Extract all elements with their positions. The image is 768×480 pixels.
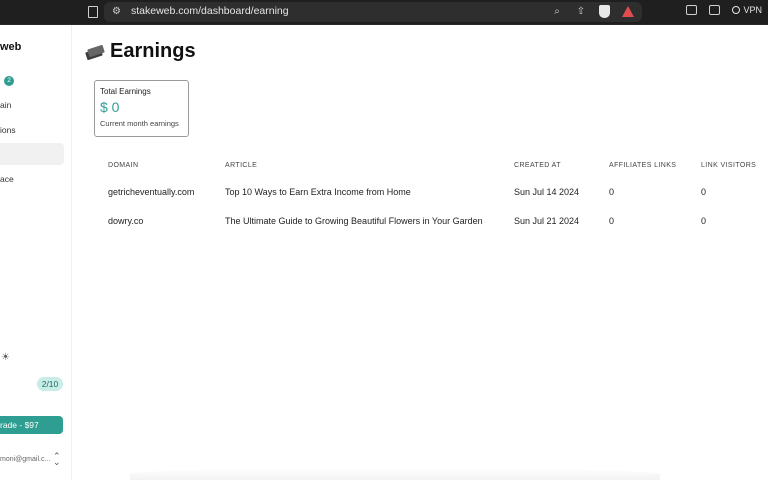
sidebar-item-active[interactable] [0,143,64,165]
column-header-domain: DOMAIN [108,162,139,169]
column-header-article: ARTICLE [225,162,258,169]
sidebar-item-domain[interactable]: ain [0,100,11,110]
card-value: $ 0 [100,99,120,115]
total-earnings-card: Total Earnings $ 0 Current month earning… [94,80,189,137]
card-label: Total Earnings [100,87,151,96]
row-link-visitors: 0 [701,187,707,197]
sidebar-item-subscriptions[interactable]: ions [0,125,16,135]
vpn-label: VPN [743,5,762,15]
page-header: Earnings [85,40,196,63]
sidebar-item-marketplace[interactable]: ace [0,174,14,184]
sun-icon[interactable]: ☀ [1,352,10,363]
share-icon[interactable]: ⇧ [575,5,587,18]
row-created-at: Sun Jul 14 2024 [514,187,580,197]
zoom-icon[interactable]: ⌕ [551,5,563,18]
row-created-at: Sun Jul 21 2024 [514,216,580,226]
bottom-shadow [130,468,660,480]
column-header-link-visitors: LINK VISITORS [701,162,757,169]
chevron-updown-icon[interactable]: ⌃ ⌄ [53,452,61,467]
row-affiliates-links: 0 [609,187,615,197]
address-bar[interactable]: ⚙ stakeweb.com/dashboard/earning ⌕ ⇧ [104,2,642,22]
upgrade-button[interactable]: rade - $97 [0,416,63,434]
row-link-visitors: 0 [701,216,707,226]
money-icon [85,44,105,60]
wallet-icon[interactable] [709,5,721,15]
user-email[interactable]: moni@gmail.c... [0,456,50,463]
vpn-button[interactable]: VPN [732,5,762,15]
site-settings-icon[interactable]: ⚙ [112,6,124,18]
column-header-created-at: CREATED AT [514,162,561,169]
brand-logo-text[interactable]: web [0,41,21,53]
notification-badge: 2 [4,76,14,86]
sidebar-toggle-icon[interactable] [686,5,698,15]
row-article[interactable]: The Ultimate Guide to Growing Beautiful … [225,216,483,226]
page-title: Earnings [110,40,196,62]
url-text[interactable]: stakeweb.com/dashboard/earning [131,5,289,17]
card-subtitle: Current month earnings [100,119,179,128]
browser-toolbar: ⚙ stakeweb.com/dashboard/earning ⌕ ⇧ VPN [0,0,768,25]
usage-badge: 2/10 [37,377,63,391]
brave-rewards-icon[interactable] [622,6,634,17]
sidebar: web 2 ain ions ace ☀ 2/10 rade - $97 mon… [0,25,72,480]
row-domain[interactable]: getricheventually.com [108,187,194,197]
vpn-globe-icon [732,6,741,14]
row-article[interactable]: Top 10 Ways to Earn Extra Income from Ho… [225,187,411,197]
brave-shield-icon[interactable] [599,5,610,18]
bookmark-icon[interactable] [88,6,98,18]
column-header-affiliates-links: AFFILIATES LINKS [609,162,677,169]
row-affiliates-links: 0 [609,216,615,226]
row-domain[interactable]: dowry.co [108,216,143,226]
